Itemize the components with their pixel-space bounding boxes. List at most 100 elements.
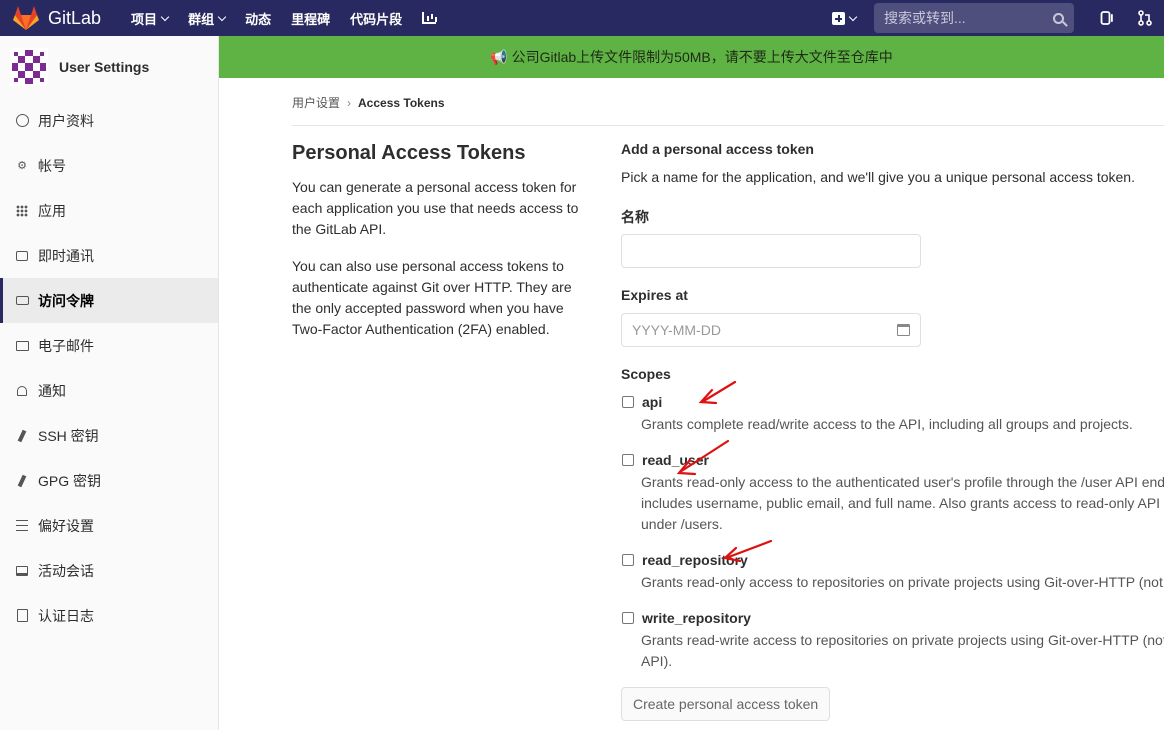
nav-projects[interactable]: 项目: [131, 9, 170, 28]
sidebar-title: User Settings: [59, 59, 150, 75]
sidebar-item-chat[interactable]: 即时通讯: [0, 233, 218, 278]
scope-description-line: API).: [641, 653, 673, 669]
nav-analytics[interactable]: [422, 9, 437, 28]
scope-api-checkbox[interactable]: [622, 396, 634, 408]
sidebar-item-active-sessions[interactable]: 活动会话: [0, 548, 218, 593]
nav-activity[interactable]: 动态: [245, 9, 271, 28]
chat-icon: [15, 249, 29, 263]
settings-sidebar: User Settings 用户资料 ⚙ 帐号 应用 即时通讯 访问令牌 电子邮…: [0, 36, 219, 730]
nav-groups-label: 群组: [188, 11, 215, 27]
scopes-label: Scopes: [621, 366, 671, 382]
gitlab-fox-icon: [13, 6, 39, 30]
brand-name: GitLab: [48, 7, 102, 28]
scope-description-line: under /users.: [641, 516, 723, 532]
applications-icon: [15, 204, 29, 218]
description-column: Personal Access Tokens You can generate …: [292, 142, 592, 356]
nav-snippets-label: 代码片段: [350, 11, 403, 27]
nav-milestones-label: 里程碑: [291, 11, 331, 27]
scope-write-repository-checkbox[interactable]: [622, 612, 634, 624]
merge-request-icon[interactable]: [1138, 10, 1152, 26]
create-token-button[interactable]: Create personal access token: [621, 687, 831, 721]
search-input[interactable]: 搜索或转到...: [874, 3, 1074, 33]
sidebar-item-label: 通知: [38, 382, 66, 399]
search-placeholder: 搜索或转到...: [884, 10, 966, 26]
scope-description: Grants complete read/write access to the…: [641, 414, 1133, 435]
sidebar-item-account[interactable]: ⚙ 帐号: [0, 143, 218, 188]
issues-icon[interactable]: [1100, 10, 1114, 26]
calendar-icon[interactable]: [897, 324, 910, 336]
sidebar-item-label: 访问令牌: [38, 292, 94, 309]
sidebar-item-label: 应用: [38, 202, 66, 219]
key-icon: [15, 429, 29, 443]
sidebar-item-applications[interactable]: 应用: [0, 188, 218, 233]
plus-square-icon: [832, 11, 845, 25]
banner-text: 📢 公司Gitlab上传文件限制为50MB，请不要上传大文件至仓库中: [490, 49, 893, 65]
scope-read-user-checkbox[interactable]: [622, 454, 634, 466]
breadcrumb-current[interactable]: Access Tokens: [358, 96, 445, 110]
breadcrumb: 用户设置 › Access Tokens: [292, 94, 445, 111]
sidebar-item-label: 偏好设置: [38, 517, 94, 534]
sidebar-item-profile[interactable]: 用户资料: [0, 98, 218, 143]
sidebar-header[interactable]: User Settings: [0, 36, 218, 98]
chevron-down-icon: [848, 12, 858, 21]
name-input[interactable]: [621, 234, 921, 268]
form-subtitle: Pick a name for the application, and we'…: [621, 169, 1135, 185]
nav-projects-label: 项目: [131, 11, 158, 27]
sidebar-item-label: 电子邮件: [38, 337, 94, 354]
scope-name[interactable]: read_repository: [642, 552, 748, 568]
sidebar-item-access-tokens[interactable]: 访问令牌: [0, 278, 218, 323]
user-avatar: [10, 48, 48, 86]
sidebar-item-emails[interactable]: 电子邮件: [0, 323, 218, 368]
sidebar-item-label: 用户资料: [38, 112, 94, 129]
token-form: Add a personal access token Pick a name …: [621, 141, 1164, 721]
account-icon: ⚙: [17, 160, 27, 172]
scope-description-line: Grants read-only access to repositories …: [641, 574, 1164, 590]
sidebar-item-notifications[interactable]: 通知: [0, 368, 218, 413]
expires-date-input[interactable]: YYYY-MM-DD: [621, 313, 921, 347]
new-dropdown-button[interactable]: [832, 11, 858, 25]
breadcrumb-separator: ›: [347, 95, 352, 110]
scope-description: Grants read-only access to the authentic…: [641, 472, 1164, 535]
expires-placeholder: YYYY-MM-DD: [632, 322, 721, 338]
scope-description: Grants read-write access to repositories…: [641, 630, 1164, 672]
scope-name[interactable]: api: [642, 394, 662, 410]
preferences-icon: [15, 519, 29, 533]
nav-snippets[interactable]: 代码片段: [350, 9, 402, 28]
name-label: 名称: [621, 209, 649, 225]
scope-description-line: Grants read-write access to repositories…: [641, 632, 1164, 648]
scope-api: api Grants complete read/write access to…: [621, 394, 1133, 435]
scope-description-line: Grants read-only access to the authentic…: [641, 474, 1164, 490]
nav-activity-label: 动态: [245, 11, 272, 27]
scope-read-repository-checkbox[interactable]: [622, 554, 634, 566]
page-title: Personal Access Tokens: [292, 142, 526, 164]
nav-groups[interactable]: 群组: [188, 9, 227, 28]
sidebar-item-label: 即时通讯: [38, 247, 94, 264]
description-paragraph-2: You can also use personal access tokens …: [292, 258, 572, 337]
scope-description-line: includes username, public email, and ful…: [641, 495, 1164, 511]
scope-read-repository: read_repository Grants read-only access …: [621, 552, 1164, 593]
sidebar-item-label: 帐号: [38, 157, 66, 174]
sidebar-item-label: 认证日志: [38, 607, 94, 624]
sidebar-item-preferences[interactable]: 偏好设置: [0, 503, 218, 548]
chevron-down-icon: [217, 12, 227, 21]
divider: [292, 125, 1164, 126]
broadcast-banner: 📢 公司Gitlab上传文件限制为50MB，请不要上传大文件至仓库中: [219, 36, 1164, 78]
description-paragraph-1: You can generate a personal access token…: [292, 179, 579, 237]
sidebar-item-gpg-keys[interactable]: GPG 密钥: [0, 458, 218, 503]
gitlab-logo[interactable]: GitLab: [12, 5, 101, 31]
scope-name[interactable]: write_repository: [642, 610, 751, 626]
bell-icon: [15, 384, 29, 398]
scope-name[interactable]: read_user: [642, 452, 709, 468]
sidebar-item-label: 活动会话: [38, 562, 94, 579]
breadcrumb-parent[interactable]: 用户设置: [292, 94, 340, 111]
sidebar-item-ssh-keys[interactable]: SSH 密钥: [0, 413, 218, 458]
sidebar-item-auth-log[interactable]: 认证日志: [0, 593, 218, 638]
sidebar-item-label: SSH 密钥: [38, 427, 99, 444]
nav-milestones[interactable]: 里程碑: [291, 9, 330, 28]
profile-icon: [15, 114, 29, 128]
scope-description-line: Grants complete read/write access to the…: [641, 416, 1133, 432]
chevron-down-icon: [160, 12, 170, 21]
scope-read-user: read_user Grants read-only access to the…: [621, 452, 1164, 535]
form-title: Add a personal access token: [621, 141, 814, 157]
email-icon: [15, 339, 29, 353]
